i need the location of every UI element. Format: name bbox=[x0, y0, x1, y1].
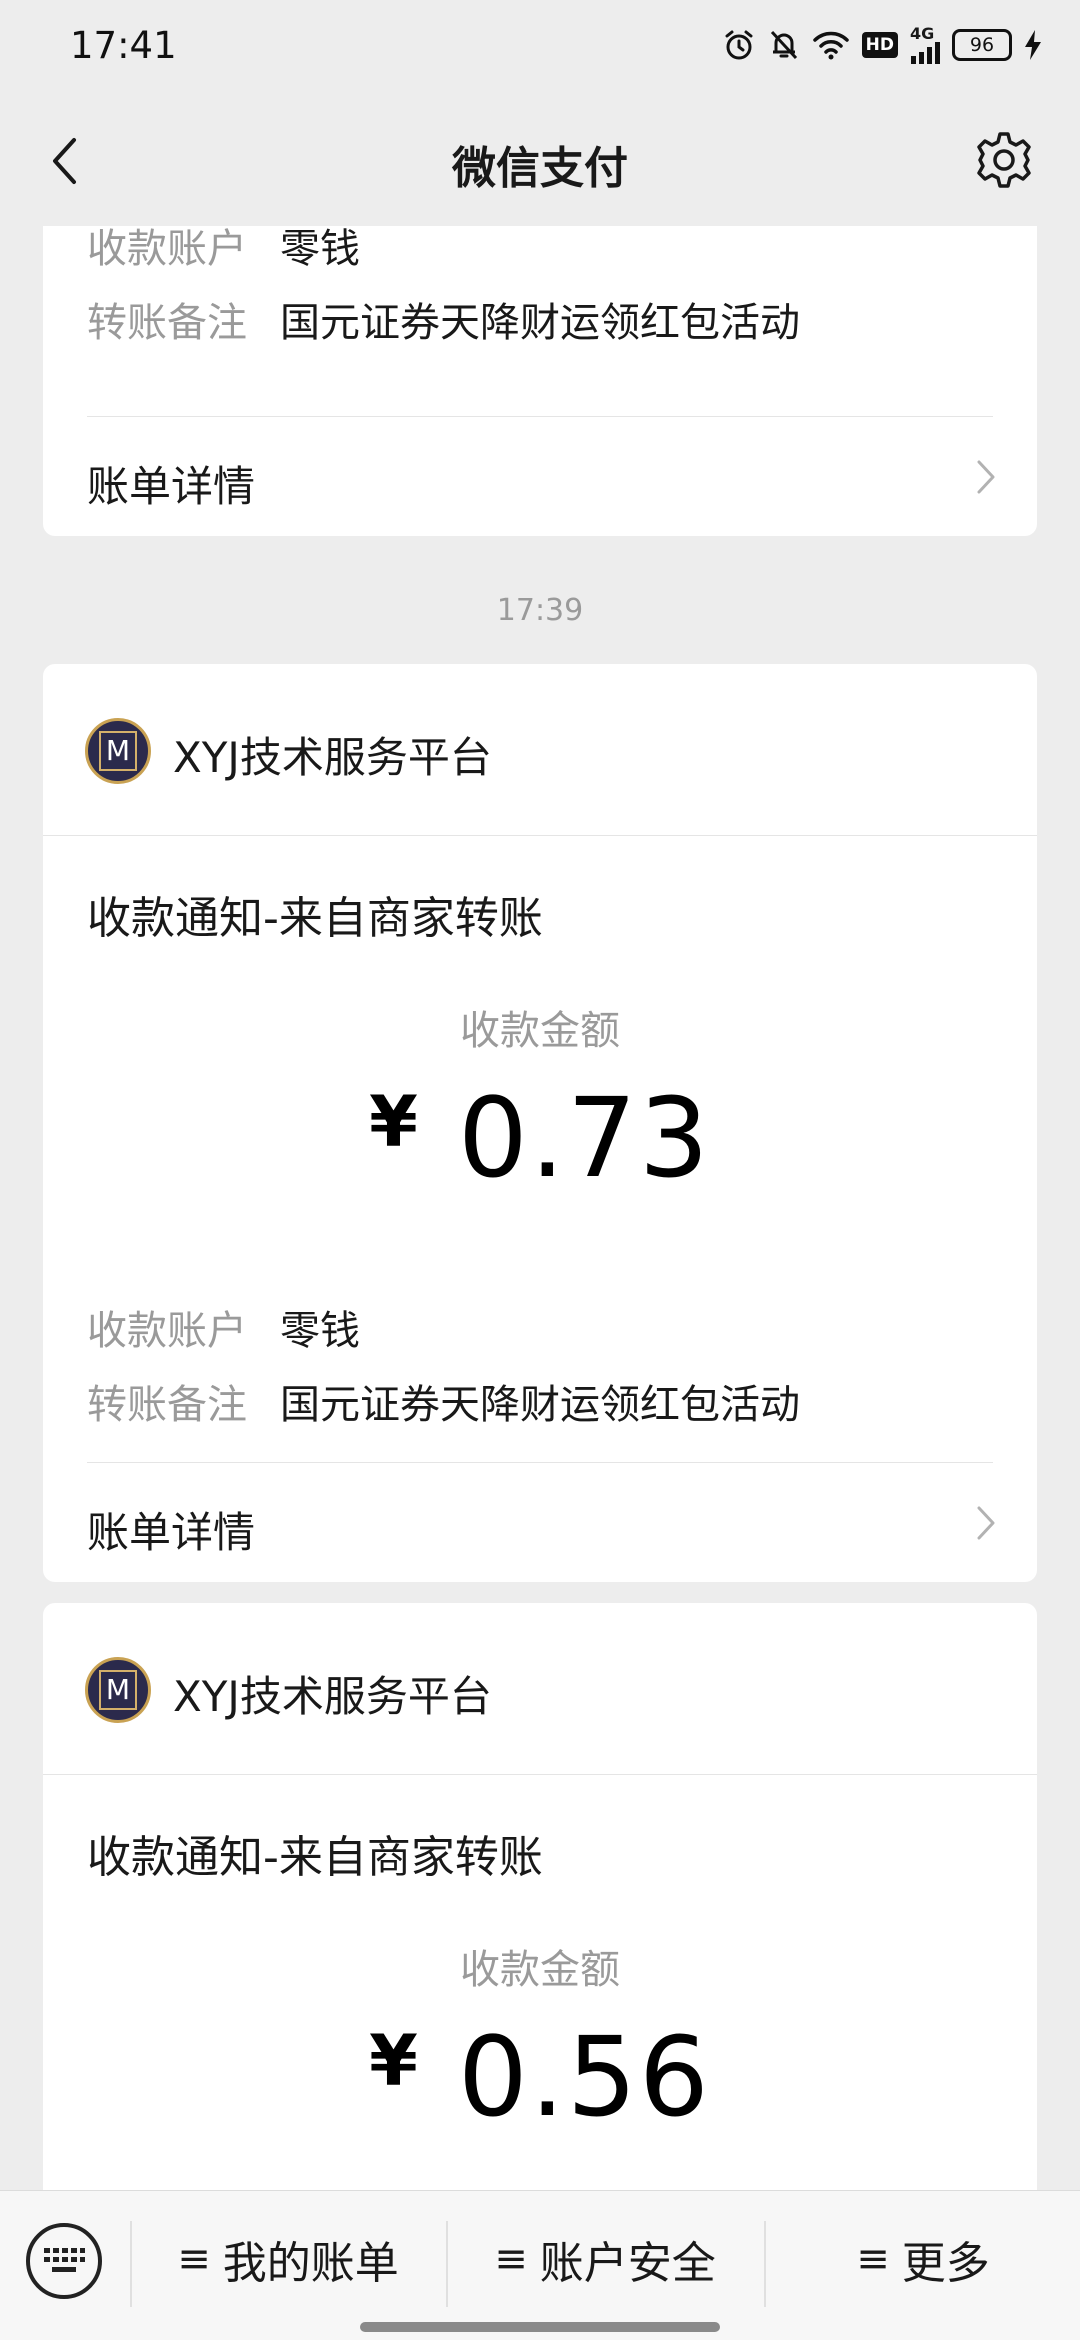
home-indicator[interactable] bbox=[360, 2322, 720, 2332]
status-bar: 17:41 HD 4G 96 bbox=[0, 0, 1080, 96]
amount: ¥0.73 bbox=[43, 1074, 1037, 1202]
message-card: M XYJ技术服务平台 收款通知-来自商家转账 收款金额 ¥0.56 bbox=[43, 1603, 1037, 2190]
message-card: M XYJ技术服务平台 收款通知-来自商家转账 收款金额 ¥0.73 收款账户 … bbox=[43, 664, 1037, 1582]
account-value: 零钱 bbox=[280, 1308, 360, 1354]
note-value: 国元证券天降财运领红包活动 bbox=[280, 300, 800, 346]
bottom-menu-bar: ≡ 我的账单 ≡ 账户安全 ≡ 更多 bbox=[0, 2190, 1080, 2340]
merchant-header[interactable]: M XYJ技术服务平台 bbox=[43, 664, 1037, 836]
message-card: 收款账户 零钱 转账备注 国元证券天降财运领红包活动 账单详情 bbox=[43, 226, 1037, 536]
account-label: 收款账户 bbox=[87, 226, 247, 272]
notice-title: 收款通知-来自商家转账 bbox=[87, 893, 543, 944]
account-row: 收款账户 零钱 bbox=[87, 226, 360, 274]
bill-detail-link[interactable]: 账单详情 bbox=[43, 1463, 1037, 1582]
merchant-logo-letter: M bbox=[99, 731, 137, 771]
currency-symbol: ¥ bbox=[369, 1081, 418, 1163]
menu-icon: ≡ bbox=[177, 2236, 211, 2282]
menu-icon: ≡ bbox=[494, 2236, 528, 2282]
menu-divider bbox=[130, 2221, 132, 2307]
menu-label: 更多 bbox=[901, 2238, 990, 2289]
menu-icon: ≡ bbox=[856, 2236, 890, 2282]
amount: ¥0.56 bbox=[43, 2013, 1037, 2141]
chevron-right-icon bbox=[971, 457, 1001, 497]
note-label: 转账备注 bbox=[87, 1382, 247, 1428]
battery-icon: 96 bbox=[952, 29, 1012, 61]
charging-icon bbox=[1024, 30, 1042, 60]
currency-symbol: ¥ bbox=[369, 2020, 418, 2102]
message-timestamp: 17:39 bbox=[496, 593, 584, 628]
merchant-name: XYJ技术服务平台 bbox=[173, 1672, 492, 1721]
note-value: 国元证券天降财运领红包活动 bbox=[280, 1382, 800, 1428]
menu-label: 我的账单 bbox=[222, 2238, 399, 2289]
message-list[interactable]: 收款账户 零钱 转账备注 国元证券天降财运领红包活动 账单详情 17:39 M bbox=[0, 226, 1080, 2190]
merchant-name: XYJ技术服务平台 bbox=[173, 733, 492, 782]
note-label: 转账备注 bbox=[87, 300, 247, 346]
menu-account-security[interactable]: ≡ 账户安全 bbox=[448, 2209, 762, 2309]
status-icons: HD 4G 96 bbox=[722, 26, 1042, 64]
amount-value: 0.73 bbox=[457, 1074, 711, 1202]
hd-icon: HD bbox=[861, 32, 898, 58]
bill-detail-label: 账单详情 bbox=[87, 462, 256, 511]
amount-label: 收款金额 bbox=[460, 1008, 620, 1054]
keyboard-toggle-button[interactable] bbox=[26, 2223, 102, 2299]
alarm-icon bbox=[722, 28, 756, 62]
page-title: 微信支付 bbox=[452, 143, 628, 194]
note-row: 转账备注 国元证券天降财运领红包活动 bbox=[87, 290, 800, 348]
account-row: 收款账户 零钱 bbox=[87, 1298, 360, 1356]
wifi-icon bbox=[812, 30, 850, 60]
merchant-logo: M bbox=[85, 1657, 151, 1723]
settings-icon bbox=[977, 132, 1031, 188]
menu-more[interactable]: ≡ 更多 bbox=[766, 2209, 1080, 2309]
chevron-right-icon bbox=[971, 1503, 1001, 1543]
keyboard-icon bbox=[44, 2248, 85, 2272]
signal-icon: 4G bbox=[910, 26, 940, 64]
account-value: 零钱 bbox=[280, 226, 360, 272]
merchant-header[interactable]: M XYJ技术服务平台 bbox=[43, 1603, 1037, 1775]
merchant-logo: M bbox=[85, 718, 151, 784]
note-row: 转账备注 国元证券天降财运领红包活动 bbox=[87, 1372, 800, 1430]
screen: 17:41 HD 4G 96 微信支付 收款账户 零钱 转账备注 国元证券天降财… bbox=[0, 0, 1080, 2340]
menu-label: 账户安全 bbox=[539, 2238, 716, 2289]
nav-bar: 微信支付 bbox=[0, 96, 1080, 226]
amount-value: 0.56 bbox=[457, 2013, 711, 2141]
account-label: 收款账户 bbox=[87, 1308, 247, 1354]
settings-button[interactable] bbox=[968, 124, 1040, 196]
menu-my-bills[interactable]: ≡ 我的账单 bbox=[132, 2209, 444, 2309]
merchant-logo-letter: M bbox=[99, 1670, 137, 1710]
notice-title: 收款通知-来自商家转账 bbox=[87, 1832, 543, 1883]
status-time: 17:41 bbox=[70, 24, 177, 67]
bill-detail-label: 账单详情 bbox=[87, 1508, 256, 1557]
network-type: 4G bbox=[910, 24, 935, 43]
bill-detail-link[interactable]: 账单详情 bbox=[43, 417, 1037, 536]
amount-label: 收款金额 bbox=[460, 1947, 620, 1993]
mute-icon bbox=[768, 28, 800, 62]
